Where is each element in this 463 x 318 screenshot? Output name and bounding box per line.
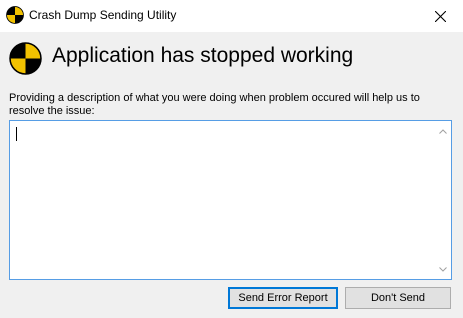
scroll-up-button[interactable] (434, 123, 451, 139)
crash-dialog-window: Crash Dump Sending Utility Application h… (0, 0, 463, 318)
close-button[interactable] (417, 0, 463, 32)
crash-test-dummy-icon (6, 6, 24, 24)
text-caret (16, 127, 17, 141)
chevron-down-icon (438, 266, 447, 272)
dont-send-button[interactable]: Don't Send (345, 287, 451, 309)
description-label: Providing a description of what you were… (9, 92, 420, 117)
window-title: Crash Dump Sending Utility (29, 8, 177, 22)
vertical-scrollbar[interactable] (434, 121, 451, 279)
send-error-report-button[interactable]: Send Error Report (228, 287, 338, 309)
crash-test-dummy-icon (9, 42, 42, 75)
chevron-up-icon (438, 128, 447, 134)
title-bar[interactable]: Crash Dump Sending Utility (0, 0, 463, 32)
headline: Application has stopped working (52, 44, 354, 67)
close-icon (434, 10, 446, 22)
scroll-down-button[interactable] (434, 261, 451, 277)
description-textarea[interactable] (9, 120, 452, 280)
